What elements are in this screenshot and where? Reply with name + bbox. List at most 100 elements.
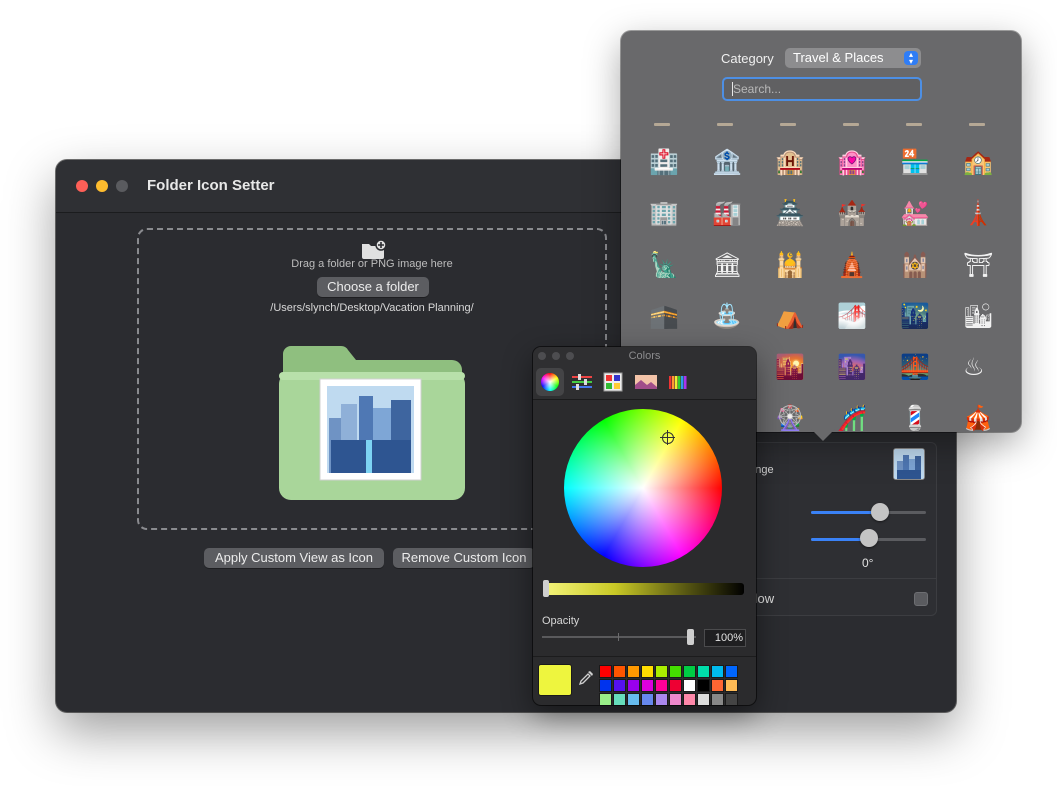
opacity-slider[interactable] <box>542 633 696 641</box>
pencils-tab[interactable] <box>664 368 692 396</box>
emoji-cell[interactable]: 🎪 <box>961 402 993 434</box>
color-swatch[interactable] <box>711 679 724 692</box>
emoji-cell[interactable]: 🏛 <box>710 249 742 281</box>
emoji-cell-partial[interactable] <box>969 123 985 126</box>
color-swatch[interactable] <box>683 693 696 705</box>
icon-thumbnail[interactable] <box>893 448 925 480</box>
color-wheel-cursor[interactable] <box>660 430 675 445</box>
emoji-cell[interactable]: 🕍 <box>898 249 930 281</box>
emoji-cell[interactable]: ⛲ <box>710 300 742 332</box>
scale-slider[interactable] <box>811 511 926 514</box>
emoji-cell[interactable]: 🛕 <box>835 249 867 281</box>
color-swatch[interactable] <box>711 665 724 678</box>
color-swatch[interactable] <box>627 665 640 678</box>
color-swatch[interactable] <box>683 665 696 678</box>
color-swatch[interactable] <box>725 693 738 705</box>
opacity-slider-knob[interactable] <box>687 629 694 645</box>
emoji-cell[interactable]: 🏫 <box>961 146 993 178</box>
color-swatch[interactable] <box>613 665 626 678</box>
brightness-slider-knob[interactable] <box>543 580 549 597</box>
color-swatch[interactable] <box>725 679 738 692</box>
emoji-cell[interactable]: 🏦 <box>710 146 742 178</box>
current-color-well[interactable] <box>538 664 572 696</box>
apply-custom-view-button[interactable]: Apply Custom View as Icon <box>204 548 384 568</box>
emoji-cell[interactable]: ⛺ <box>773 300 805 332</box>
emoji-cell-partial[interactable] <box>780 123 796 126</box>
emoji-glyph: 🗼 <box>963 199 993 227</box>
remove-custom-icon-button[interactable]: Remove Custom Icon <box>393 548 535 568</box>
zoom-window-button[interactable] <box>116 180 128 192</box>
color-swatch[interactable] <box>641 665 654 678</box>
emoji-cell[interactable]: 🌇 <box>773 351 805 383</box>
eyedropper-icon[interactable] <box>577 669 595 687</box>
image-palettes-tab[interactable] <box>632 368 660 396</box>
color-swatch[interactable] <box>655 665 668 678</box>
emoji-cell[interactable]: 🕋 <box>647 300 679 332</box>
color-swatch[interactable] <box>669 665 682 678</box>
emoji-cell[interactable]: 💈 <box>898 402 930 434</box>
color-swatch[interactable] <box>599 679 612 692</box>
emoji-cell[interactable]: ♨ <box>961 351 993 383</box>
color-swatch[interactable] <box>641 693 654 705</box>
emoji-cell[interactable]: 💒 <box>898 197 930 229</box>
color-wheel-tab[interactable] <box>536 368 564 396</box>
opacity-value-field[interactable]: 100% <box>704 629 746 647</box>
emoji-cell[interactable]: 🏩 <box>835 146 867 178</box>
color-swatch[interactable] <box>669 693 682 705</box>
colors-title-bar: Colors <box>533 347 756 365</box>
color-swatch[interactable] <box>655 693 668 705</box>
color-swatch[interactable] <box>725 665 738 678</box>
scale-slider-knob[interactable] <box>871 503 889 521</box>
color-swatch[interactable] <box>613 693 626 705</box>
color-swatch[interactable] <box>697 679 710 692</box>
emoji-cell-partial[interactable] <box>843 123 859 126</box>
emoji-cell[interactable]: 🏰 <box>835 197 867 229</box>
emoji-cell[interactable]: 🌉 <box>898 351 930 383</box>
choose-folder-button[interactable]: Choose a folder <box>317 277 429 297</box>
emoji-search-input[interactable]: Search... <box>722 77 922 101</box>
emoji-glyph: 🎡 <box>775 404 805 432</box>
color-swatch[interactable] <box>669 679 682 692</box>
emoji-cell[interactable]: 🗽 <box>647 249 679 281</box>
emoji-cell[interactable]: 🌆 <box>835 351 867 383</box>
colors-title: Colors <box>628 350 661 362</box>
color-swatch[interactable] <box>697 665 710 678</box>
emoji-cell[interactable]: 🌃 <box>898 300 930 332</box>
shadow-checkbox[interactable] <box>914 592 928 606</box>
color-palettes-tab[interactable] <box>600 368 628 396</box>
color-swatch[interactable] <box>627 693 640 705</box>
color-swatch[interactable] <box>613 679 626 692</box>
emoji-cell-partial[interactable] <box>906 123 922 126</box>
color-wheel[interactable] <box>564 409 722 567</box>
rotation-slider-knob[interactable] <box>860 529 878 547</box>
close-window-button[interactable] <box>76 180 88 192</box>
emoji-cell[interactable]: 🌁 <box>835 300 867 332</box>
color-sliders-tab[interactable] <box>568 368 596 396</box>
emoji-cell-partial[interactable] <box>654 123 670 126</box>
color-swatch[interactable] <box>641 679 654 692</box>
emoji-cell[interactable]: 🏯 <box>773 197 805 229</box>
emoji-cell[interactable]: 🏢 <box>647 197 679 229</box>
folder-path-label: /Users/slynch/Desktop/Vacation Planning/ <box>270 302 474 314</box>
emoji-cell[interactable]: 🏙 <box>961 300 993 332</box>
emoji-cell[interactable]: 🏥 <box>647 146 679 178</box>
color-swatch[interactable] <box>599 665 612 678</box>
emoji-cell[interactable]: 🗼 <box>961 197 993 229</box>
emoji-cell-partial[interactable] <box>717 123 733 126</box>
color-swatch[interactable] <box>627 679 640 692</box>
category-select[interactable]: Travel & Places ▴ ▾ <box>785 48 921 68</box>
emoji-cell[interactable]: 🎢 <box>835 402 867 434</box>
emoji-cell[interactable]: 🕌 <box>773 249 805 281</box>
emoji-cell[interactable]: 🎡 <box>773 402 805 434</box>
color-swatch[interactable] <box>683 679 696 692</box>
color-swatch[interactable] <box>711 693 724 705</box>
color-swatch[interactable] <box>599 693 612 705</box>
color-swatch[interactable] <box>655 679 668 692</box>
emoji-cell[interactable]: ⛩ <box>961 249 993 281</box>
minimize-window-button[interactable] <box>96 180 108 192</box>
brightness-slider[interactable] <box>545 583 744 595</box>
color-swatch[interactable] <box>697 693 710 705</box>
emoji-cell[interactable]: 🏪 <box>898 146 930 178</box>
emoji-cell[interactable]: 🏨 <box>773 146 805 178</box>
emoji-cell[interactable]: 🏭 <box>710 197 742 229</box>
